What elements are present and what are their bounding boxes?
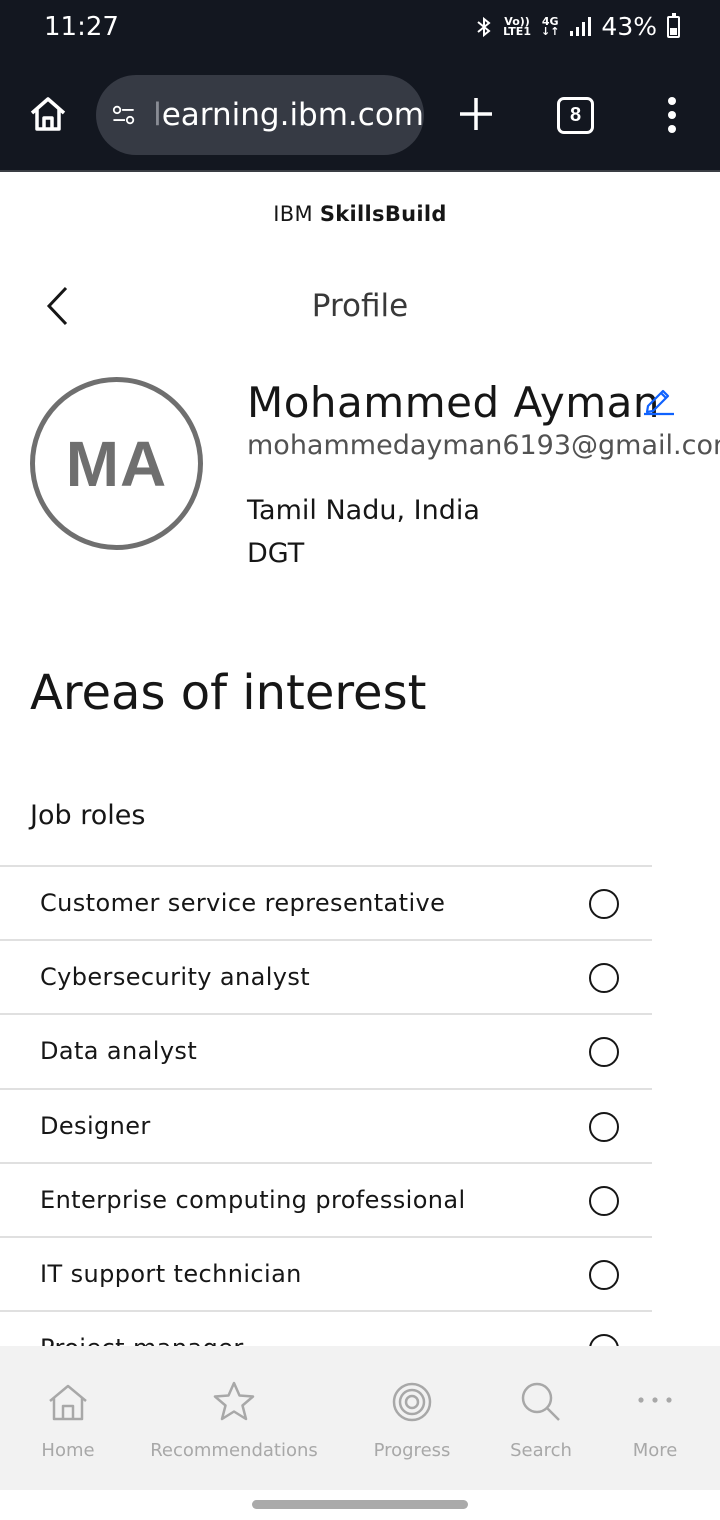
nav-progress[interactable]: Progress bbox=[366, 1346, 458, 1490]
home-icon[interactable] bbox=[28, 94, 68, 134]
profile-location: Tamil Nadu, India bbox=[247, 495, 480, 526]
avatar: MA bbox=[30, 377, 203, 550]
job-roles-list: Customer service representative Cybersec… bbox=[0, 865, 652, 1346]
brand-logo[interactable]: IBM SkillsBuild bbox=[0, 202, 720, 226]
job-role-row[interactable]: Cybersecurity analyst bbox=[0, 941, 652, 1016]
nav-more[interactable]: More bbox=[624, 1346, 686, 1490]
job-role-label: Project manager bbox=[40, 1334, 244, 1346]
more-vert-icon[interactable] bbox=[664, 96, 680, 134]
profile-email: mohammedayman6193@gmail.com bbox=[247, 430, 720, 461]
nav-more-label: More bbox=[632, 1440, 678, 1461]
bluetooth-icon bbox=[477, 16, 491, 37]
status-icons: Vo)) LTE1 4G ↓↑ 43% bbox=[475, 12, 680, 41]
network-type-indicator: 4G ↓↑ bbox=[540, 14, 560, 38]
tab-switcher-button[interactable]: 8 bbox=[557, 97, 594, 134]
browser-toolbar: learning.ibm.com 8 bbox=[0, 58, 720, 172]
job-role-radio[interactable] bbox=[589, 889, 619, 919]
job-role-radio[interactable] bbox=[589, 1259, 619, 1290]
job-role-radio[interactable] bbox=[589, 1185, 619, 1216]
job-role-row[interactable]: Data analyst bbox=[0, 1015, 652, 1090]
status-time: 11:27 bbox=[44, 12, 119, 42]
job-role-row[interactable]: Customer service representative bbox=[0, 867, 652, 942]
star-icon bbox=[213, 1381, 255, 1421]
job-roles-title: Job roles bbox=[30, 800, 146, 831]
pencil-edit-icon[interactable] bbox=[642, 384, 676, 416]
home-icon bbox=[49, 1384, 87, 1421]
section-title: Areas of interest bbox=[30, 665, 427, 721]
job-role-label: Cybersecurity analyst bbox=[40, 963, 311, 992]
battery-icon bbox=[667, 12, 680, 38]
job-role-label: Enterprise computing professional bbox=[40, 1185, 466, 1214]
job-role-label: Designer bbox=[40, 1111, 151, 1140]
job-role-radio[interactable] bbox=[589, 963, 619, 994]
job-role-row[interactable]: IT support technician bbox=[0, 1238, 652, 1313]
nav-home-label: Home bbox=[41, 1440, 95, 1461]
job-role-radio[interactable] bbox=[589, 1111, 619, 1142]
home-indicator[interactable] bbox=[252, 1500, 468, 1509]
nav-recommendations[interactable]: Recommendations bbox=[150, 1346, 318, 1490]
battery-percent: 43% bbox=[601, 12, 657, 41]
job-role-label: Data analyst bbox=[40, 1037, 198, 1066]
profile-name: Mohammed Ayman bbox=[247, 378, 660, 427]
job-role-label: Customer service representative bbox=[40, 889, 446, 917]
url-text[interactable]: learning.ibm.com bbox=[153, 97, 424, 133]
volte-indicator: Vo)) LTE1 bbox=[503, 14, 531, 38]
bottom-nav: Home Recommendations Progress Search Mor… bbox=[0, 1346, 720, 1490]
nav-recommendations-label: Recommendations bbox=[150, 1440, 318, 1461]
page-title: Profile bbox=[311, 288, 409, 324]
nav-home[interactable]: Home bbox=[28, 1346, 108, 1490]
new-tab-icon[interactable] bbox=[458, 96, 494, 132]
progress-icon bbox=[392, 1382, 432, 1422]
url-bar[interactable]: learning.ibm.com bbox=[96, 75, 424, 155]
search-icon bbox=[521, 1382, 560, 1421]
job-role-radio[interactable] bbox=[589, 1334, 619, 1346]
signal-icon bbox=[570, 16, 592, 36]
job-role-label: IT support technician bbox=[40, 1259, 302, 1288]
status-bar: 11:27 Vo)) LTE1 4G ↓↑ 43% bbox=[0, 0, 720, 58]
job-role-row[interactable]: Designer bbox=[0, 1090, 652, 1164]
job-role-row[interactable]: Enterprise computing professional bbox=[0, 1164, 652, 1238]
more-horizontal-icon bbox=[638, 1397, 672, 1403]
nav-search[interactable]: Search bbox=[500, 1346, 582, 1490]
job-role-row[interactable]: Project manager bbox=[0, 1312, 652, 1346]
profile-organization: DGT bbox=[247, 538, 305, 569]
site-settings-icon[interactable] bbox=[112, 101, 135, 129]
job-role-radio[interactable] bbox=[589, 1037, 619, 1068]
nav-progress-label: Progress bbox=[373, 1440, 451, 1461]
nav-search-label: Search bbox=[510, 1440, 572, 1461]
